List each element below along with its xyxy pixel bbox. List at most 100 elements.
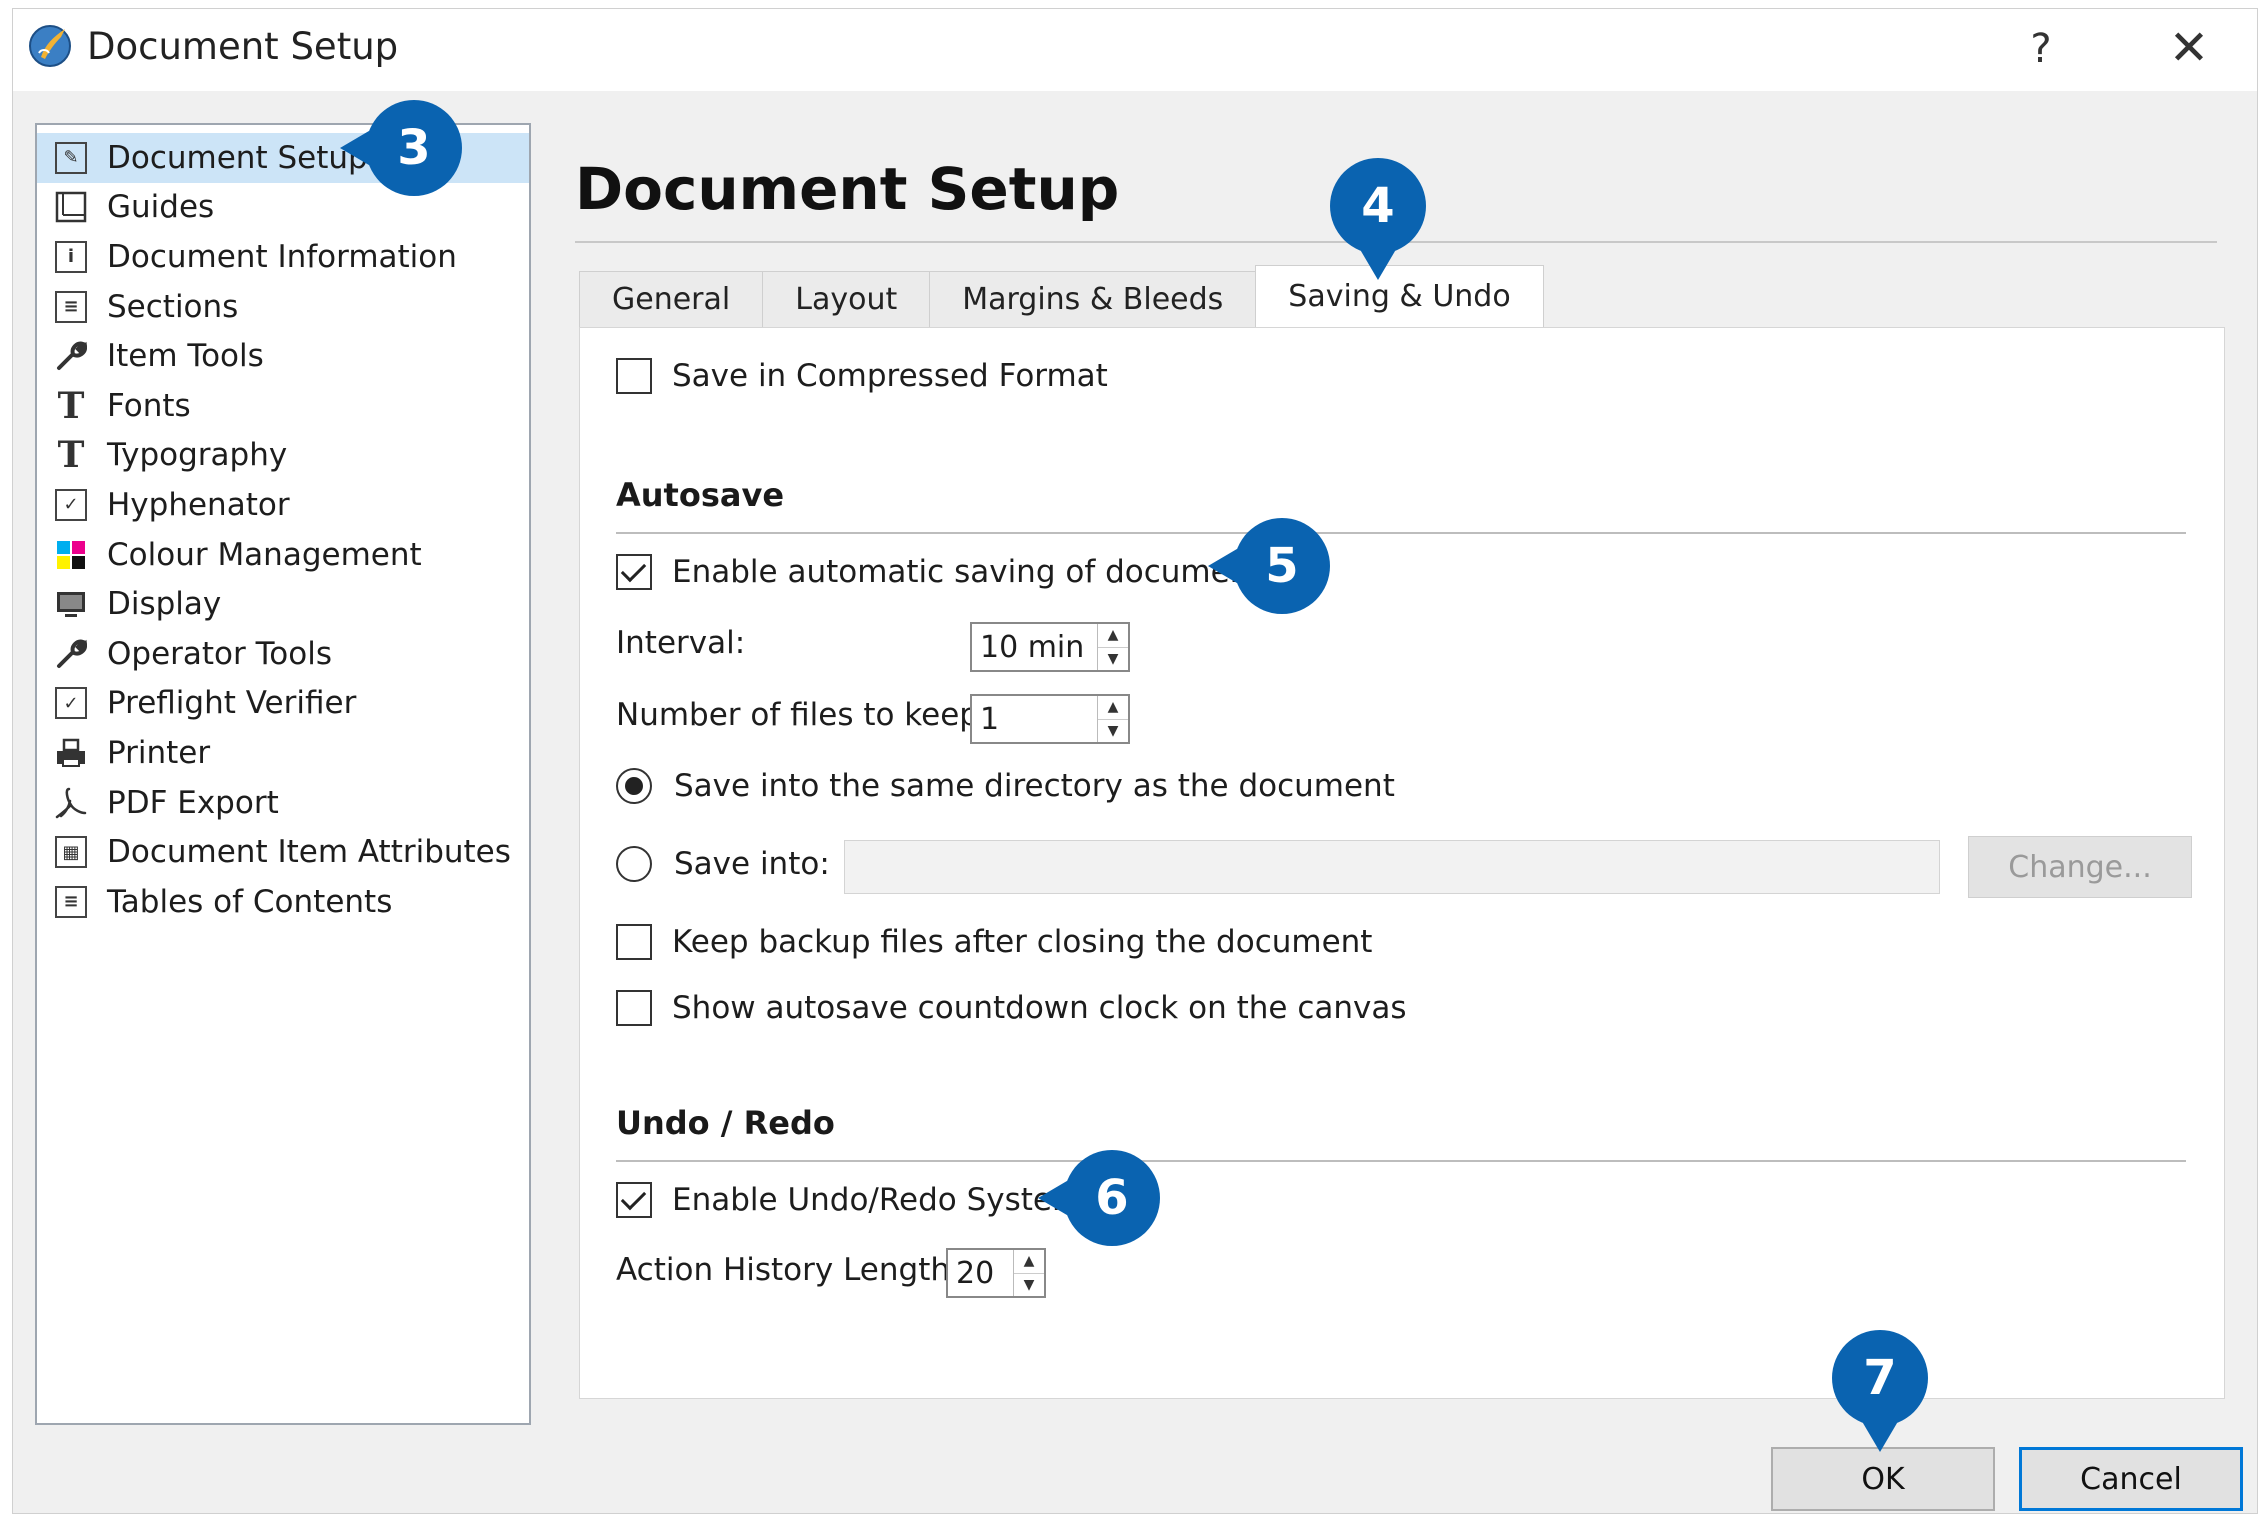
sidebar-item-printer[interactable]: Printer (37, 728, 529, 778)
marker-pointer (1860, 1418, 1900, 1452)
tab-saving-undo[interactable]: Saving & Undo (1255, 265, 1544, 327)
enable-autosave-checkbox[interactable] (616, 554, 652, 590)
sidebar-item-label: Document Item Attributes (107, 834, 511, 871)
interval-stepper[interactable]: ▲ ▼ (1097, 624, 1128, 670)
keep-backup-checkbox[interactable] (616, 924, 652, 960)
toc-icon: ≡ (55, 885, 87, 918)
sidebar-item-operator-tools[interactable]: Operator Tools (37, 629, 529, 679)
tab-layout[interactable]: Layout (762, 271, 931, 327)
help-button[interactable]: ? (2011, 19, 2071, 79)
interval-value: 10 min (980, 629, 1085, 665)
same-directory-row: Save into the same directory as the docu… (616, 768, 1395, 804)
autosave-heading: Autosave (616, 476, 785, 514)
info-icon: i (55, 240, 87, 273)
sidebar-item-label: Item Tools (107, 338, 264, 375)
attributes-icon: ▦ (55, 836, 87, 869)
sidebar-item-label: Sections (107, 288, 239, 325)
document-setup-dialog: Document Setup ? ✕ ✎ Document Setup Guid… (12, 8, 2258, 1514)
sidebar-item-guides[interactable]: Guides (37, 183, 529, 233)
sidebar-item-label: Document Setup (107, 139, 368, 176)
up-arrow-icon[interactable]: ▲ (1098, 624, 1128, 647)
files-keep-value: 1 (980, 701, 1000, 737)
enable-autosave-row: Enable automatic saving of documents (616, 554, 1278, 590)
down-arrow-icon[interactable]: ▼ (1098, 646, 1128, 671)
sidebar-item-typography[interactable]: T Typography (37, 431, 529, 481)
marker-pointer (340, 128, 374, 168)
save-compressed-checkbox[interactable] (616, 358, 652, 394)
sidebar-item-label: Tables of Contents (107, 883, 393, 920)
save-into-row: Save into: (616, 846, 830, 882)
window-title: Document Setup (87, 25, 399, 68)
up-arrow-icon[interactable]: ▲ (1014, 1250, 1044, 1273)
marker-pointer (1358, 246, 1398, 280)
marker-pointer (1208, 546, 1242, 586)
callout-marker-6: 6 (1038, 1150, 1160, 1246)
history-length-spinbox[interactable]: 20 ▲ ▼ (946, 1248, 1046, 1298)
tab-bar: General Layout Margins & Bleeds Saving &… (579, 265, 1544, 327)
sidebar-item-label: Fonts (107, 387, 191, 424)
sidebar-item-label: PDF Export (107, 784, 279, 821)
sidebar-item-fonts[interactable]: T Fonts (37, 381, 529, 431)
sidebar-item-label: Colour Management (107, 536, 422, 573)
sidebar-item-document-item-attributes[interactable]: ▦ Document Item Attributes (37, 827, 529, 877)
save-into-label: Save into: (674, 846, 830, 882)
guides-icon (53, 189, 89, 225)
down-arrow-icon[interactable]: ▼ (1098, 718, 1128, 743)
same-directory-radio[interactable] (616, 768, 652, 804)
sidebar-item-document-information[interactable]: i Document Information (37, 232, 529, 282)
change-directory-button[interactable]: Change... (1968, 836, 2192, 898)
sidebar-item-sections[interactable]: ≡ Sections (37, 282, 529, 332)
undo-redo-heading: Undo / Redo (616, 1104, 835, 1142)
sidebar-item-label: Typography (107, 437, 288, 474)
sidebar-item-tables-of-contents[interactable]: ≡ Tables of Contents (37, 877, 529, 927)
callout-marker-7: 7 (1832, 1330, 1928, 1452)
save-into-path-field[interactable] (844, 840, 1940, 894)
app-logo-icon (29, 25, 71, 67)
files-keep-stepper[interactable]: ▲ ▼ (1097, 696, 1128, 742)
sidebar-item-label: Printer (107, 734, 211, 771)
sidebar-item-label: Document Information (107, 238, 457, 275)
enable-undo-checkbox[interactable] (616, 1182, 652, 1218)
marker-number: 5 (1265, 538, 1299, 594)
sidebar-item-label: Preflight Verifier (107, 685, 357, 722)
save-compressed-row: Save in Compressed Format (616, 358, 1108, 394)
title-bar: Document Setup ? ✕ (13, 9, 2257, 91)
files-keep-label: Number of files to keep: (616, 697, 990, 733)
show-clock-label: Show autosave countdown clock on the can… (672, 990, 1407, 1026)
pdf-icon (53, 785, 89, 821)
sidebar-item-pdf-export[interactable]: PDF Export (37, 778, 529, 828)
ok-button[interactable]: OK (1771, 1447, 1995, 1511)
down-arrow-icon[interactable]: ▼ (1014, 1272, 1044, 1297)
sidebar-item-preflight-verifier[interactable]: ✓ Preflight Verifier (37, 679, 529, 729)
up-arrow-icon[interactable]: ▲ (1098, 696, 1128, 719)
show-clock-checkbox[interactable] (616, 990, 652, 1026)
interval-spinbox[interactable]: 10 min ▲ ▼ (970, 622, 1130, 672)
same-directory-label: Save into the same directory as the docu… (674, 768, 1395, 804)
document-setup-icon: ✎ (55, 141, 87, 174)
close-button[interactable]: ✕ (2157, 19, 2221, 79)
marker-number: 4 (1361, 178, 1395, 234)
page-title: Document Setup (575, 155, 1120, 223)
save-into-radio[interactable] (616, 846, 652, 882)
history-length-stepper[interactable]: ▲ ▼ (1013, 1250, 1044, 1296)
sidebar-item-colour-management[interactable]: Colour Management (37, 530, 529, 580)
sidebar-item-hyphenator[interactable]: ✓ Hyphenator (37, 480, 529, 530)
sections-icon: ≡ (55, 290, 87, 323)
callout-marker-4: 4 (1330, 158, 1426, 280)
sidebar-item-display[interactable]: Display (37, 579, 529, 629)
tab-margins-bleeds[interactable]: Margins & Bleeds (929, 271, 1257, 327)
keep-backup-row: Keep backup files after closing the docu… (616, 924, 1372, 960)
sidebar-item-item-tools[interactable]: Item Tools (37, 331, 529, 381)
enable-autosave-label: Enable automatic saving of documents (672, 554, 1278, 590)
marker-pointer (1038, 1178, 1072, 1218)
sidebar-item-label: Hyphenator (107, 486, 290, 523)
keep-backup-label: Keep backup files after closing the docu… (672, 924, 1373, 960)
files-keep-spinbox[interactable]: 1 ▲ ▼ (970, 694, 1130, 744)
autosave-divider (616, 532, 2186, 534)
tab-general[interactable]: General (579, 271, 764, 327)
history-length-label: Action History Length: (616, 1252, 961, 1288)
sidebar-item-label: Operator Tools (107, 635, 332, 672)
history-length-value: 20 (956, 1255, 995, 1291)
cancel-button[interactable]: Cancel (2019, 1447, 2243, 1511)
marker-number: 7 (1863, 1350, 1897, 1406)
